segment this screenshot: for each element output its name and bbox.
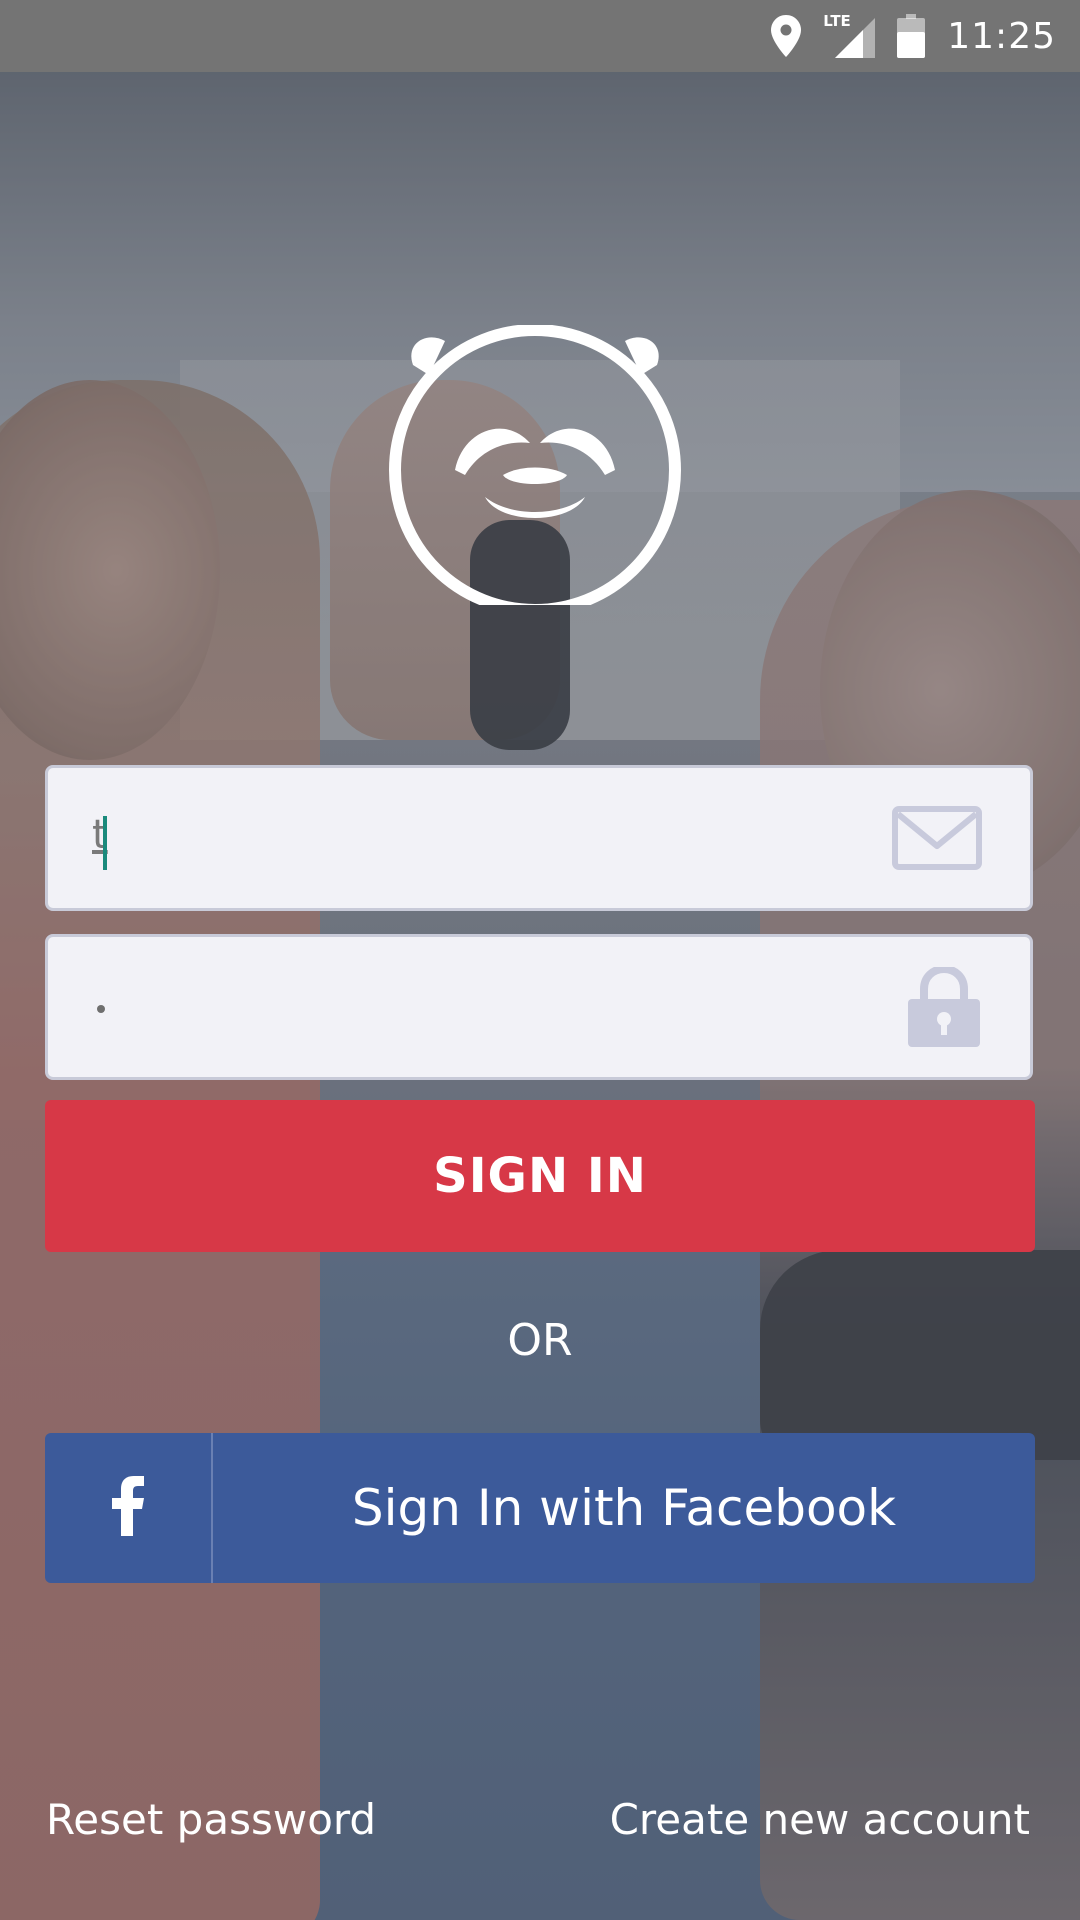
password-mask-dot [97,1005,105,1013]
facebook-icon-container [45,1433,213,1583]
facebook-icon [110,1476,146,1540]
signal-icon: LTE [823,12,876,58]
login-screen: LTE 11:25 t SIGN IN OR Sign In with Face… [0,0,1080,1920]
or-divider-label: OR [507,1315,573,1366]
create-account-link[interactable]: Create new account [610,1795,1030,1844]
facebook-sign-in-button[interactable]: Sign In with Facebook [45,1433,1035,1583]
mail-icon [892,806,982,874]
location-icon [771,15,802,57]
status-bar: LTE 11:25 [0,0,1080,72]
lock-icon [906,964,982,1053]
panda-logo-icon [385,324,685,616]
text-caret [103,816,107,870]
facebook-button-label: Sign In with Facebook [351,1479,897,1537]
status-time: 11:25 [947,15,1056,57]
email-field[interactable]: t [45,765,1033,911]
password-field[interactable] [45,934,1033,1080]
battery-icon [897,14,926,58]
reset-password-link[interactable]: Reset password [46,1795,376,1844]
sign-in-button[interactable]: SIGN IN [45,1100,1035,1252]
